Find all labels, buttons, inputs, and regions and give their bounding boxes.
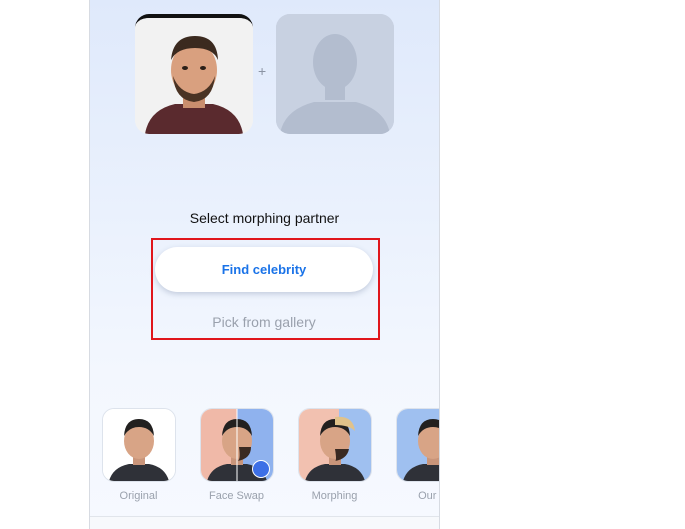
mode-original[interactable]: Original [101,408,176,502]
morphing-label: Morphing [311,490,358,502]
mode-strip[interactable]: Original Face Swap Morphing Our [90,408,439,508]
face-swap-thumbnail [199,408,274,482]
pick-from-gallery-button[interactable]: Pick from gallery [155,310,373,334]
user-photo[interactable] [135,14,253,134]
bottom-bar [90,516,439,529]
mode-morphing[interactable]: Morphing [297,408,372,502]
silhouette-icon [276,14,394,134]
find-celebrity-button[interactable]: Find celebrity [155,247,373,292]
select-partner-heading: Select morphing partner [189,210,340,226]
mode-face-swap[interactable]: Face Swap [199,408,274,502]
original-thumbnail [101,408,176,482]
user-face-image [135,18,253,134]
app-screen: + Select morphing partner Find celebrity… [89,0,440,529]
swap-badge-icon [251,460,270,478]
original-label: Original [119,490,158,502]
partner-placeholder[interactable] [276,14,394,134]
our-s-thumbnail [395,408,439,482]
our-s-label: Our S [418,490,439,502]
plus-icon: + [258,63,267,79]
mode-our-s[interactable]: Our S [395,408,439,502]
morphing-thumbnail [297,408,372,482]
face-swap-label: Face Swap [208,490,265,502]
